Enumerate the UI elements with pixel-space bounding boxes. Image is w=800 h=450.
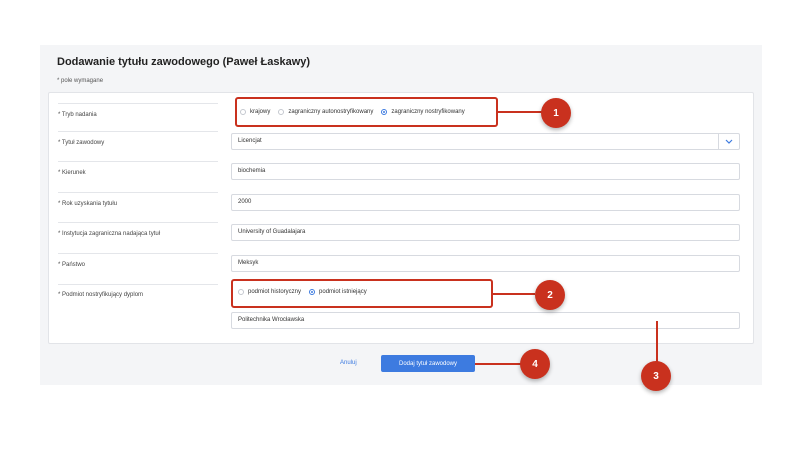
callout-badge-1: 1 xyxy=(541,98,571,128)
row-divider xyxy=(58,103,218,104)
tytul-select[interactable]: Licencjat xyxy=(231,133,740,150)
page-title: Dodawanie tytułu zawodowego (Paweł Łaska… xyxy=(57,56,311,68)
kierunek-label: * Kierunek xyxy=(58,170,86,176)
row-divider xyxy=(58,161,218,162)
instytucja-label: * Instytucja zagraniczna nadająca tytuł xyxy=(58,231,161,237)
callout-line-1 xyxy=(498,111,542,113)
callout-line-3 xyxy=(656,321,658,362)
callout-badge-3: 3 xyxy=(641,361,671,391)
instytucja-input[interactable]: University of Guadalajara xyxy=(231,224,740,241)
required-note: * pole wymagane xyxy=(57,78,104,84)
cancel-link[interactable]: Anuluj xyxy=(340,360,357,366)
panstwo-input[interactable]: Meksyk xyxy=(231,255,740,272)
row-divider xyxy=(58,222,218,223)
callout-line-4 xyxy=(475,363,521,365)
tytul-label: * Tytuł zawodowy xyxy=(58,140,105,146)
callout-line-2 xyxy=(493,293,535,295)
submit-button[interactable]: Dodaj tytuł zawodowy xyxy=(381,355,475,372)
panstwo-label: * Państwo xyxy=(58,262,86,268)
kierunek-input[interactable]: biochemia xyxy=(231,163,740,180)
tytul-value: Licencjat xyxy=(238,138,262,144)
podmiot-input[interactable]: Politechnika Wrocławska xyxy=(231,312,740,329)
rok-input[interactable]: 2000 xyxy=(231,194,740,211)
chevron-down-icon[interactable] xyxy=(718,134,739,149)
rok-label: * Rok uzyskania tytułu xyxy=(58,201,118,207)
tryb-nadania-label: * Tryb nadania xyxy=(58,112,97,118)
callout-badge-2: 2 xyxy=(535,280,565,310)
row-divider xyxy=(58,192,218,193)
podmiot-label: * Podmiot nostryfikujący dyplom xyxy=(58,292,144,298)
callout-box-2 xyxy=(231,279,493,308)
callout-box-1 xyxy=(235,97,498,127)
row-divider xyxy=(58,253,218,254)
row-divider xyxy=(58,131,218,132)
row-divider xyxy=(58,284,218,285)
callout-badge-4: 4 xyxy=(520,349,550,379)
